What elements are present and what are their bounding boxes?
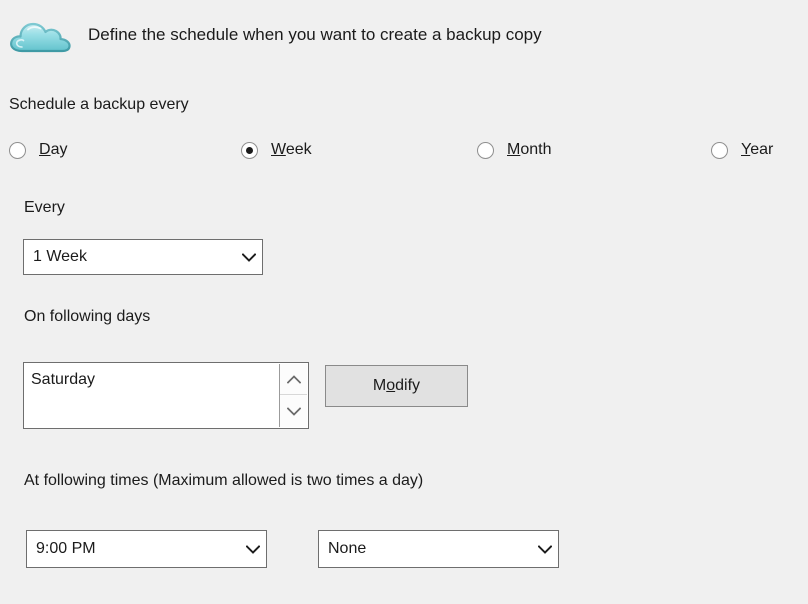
radio-option-year[interactable]: Year	[711, 136, 773, 164]
radio-option-month[interactable]: Month	[477, 136, 551, 164]
time-two-select[interactable]: None	[318, 530, 559, 568]
radio-label-year: Year	[741, 139, 773, 161]
list-item[interactable]: Saturday	[31, 369, 95, 391]
chevron-down-icon[interactable]	[236, 252, 262, 262]
time-one-value: 9:00 PM	[36, 540, 96, 557]
time-one-select[interactable]: 9:00 PM	[26, 530, 267, 568]
following-times-label: At following times (Maximum allowed is t…	[24, 472, 424, 489]
radio-label-rest-month: onth	[520, 141, 552, 158]
radio-mark-month[interactable]	[477, 141, 494, 159]
schedule-backup-panel: Define the schedule when you want to cre…	[0, 0, 808, 604]
radio-label-rest-year: ear	[750, 141, 774, 158]
listbox-scrollbar[interactable]	[279, 364, 307, 427]
radio-label-week: Week	[271, 139, 312, 161]
radio-label-month: Month	[507, 139, 551, 161]
modify-label-suffix: dify	[395, 377, 421, 394]
accel-char-week: W	[271, 141, 286, 158]
page-title: Define the schedule when you want to cre…	[88, 25, 542, 44]
chevron-up-icon[interactable]	[280, 364, 307, 395]
accel-char-day: D	[39, 141, 51, 158]
radio-label-rest-day: ay	[50, 141, 68, 158]
frequency-radio-group: Day Week Month Year	[0, 136, 808, 164]
radio-label-day: Day	[39, 139, 67, 161]
following-days-listbox[interactable]: Saturday	[23, 362, 309, 429]
cloud-icon	[8, 18, 74, 58]
radio-label-rest-week: eek	[285, 141, 312, 158]
modify-button[interactable]: Mo dify	[325, 365, 468, 407]
schedule-frequency-group-label: Schedule a backup every	[9, 96, 189, 113]
radio-option-week[interactable]: Week	[241, 136, 312, 164]
radio-mark-year[interactable]	[711, 141, 728, 159]
every-interval-select[interactable]: 1 Week	[23, 239, 263, 275]
radio-mark-week[interactable]	[241, 141, 258, 159]
following-days-label: On following days	[24, 308, 151, 325]
chevron-down-icon[interactable]	[240, 544, 266, 554]
panel-header: Define the schedule when you want to cre…	[0, 10, 808, 62]
chevron-down-icon[interactable]	[532, 544, 558, 554]
radio-mark-day[interactable]	[9, 141, 26, 159]
accel-char-month: M	[507, 141, 521, 158]
every-interval-value: 1 Week	[33, 248, 87, 265]
accel-char-year: Y	[741, 141, 751, 158]
radio-option-day[interactable]: Day	[9, 136, 67, 164]
accel-char-modify: o	[386, 377, 396, 394]
chevron-down-icon[interactable]	[280, 396, 307, 427]
every-label: Every	[24, 199, 65, 216]
time-two-value: None	[328, 540, 367, 557]
modify-label-prefix: M	[372, 377, 387, 394]
